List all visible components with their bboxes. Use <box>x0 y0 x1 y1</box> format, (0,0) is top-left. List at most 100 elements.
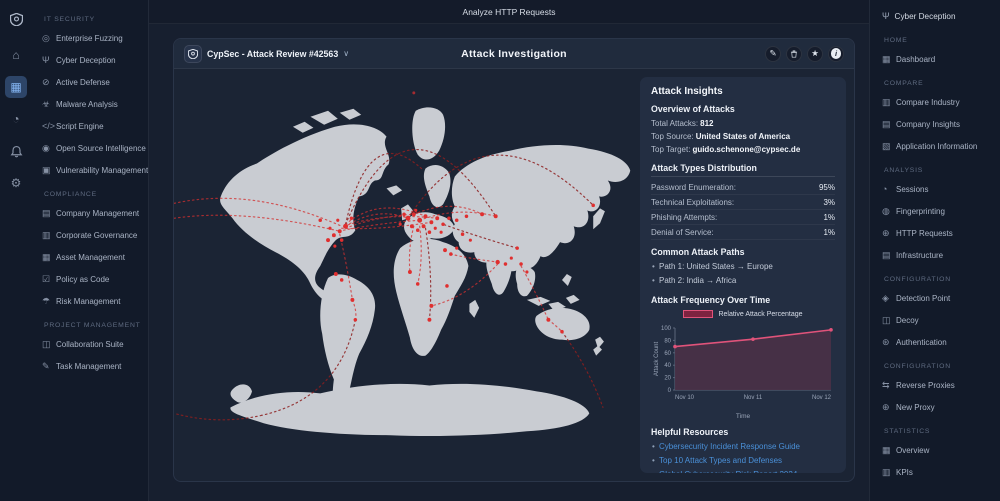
svg-text:Attack Count: Attack Count <box>654 341 660 376</box>
sidebar-item-label: Script Engine <box>56 122 104 131</box>
sidebar-item[interactable]: ◫ Collaboration Suite <box>42 333 148 355</box>
sidebar-item[interactable]: ☂ Risk Management <box>42 290 148 312</box>
left-sidebar: IT SECURITY ◎ Enterprise Fuzzing Ψ Cyber… <box>32 0 148 501</box>
sidebar-section: COMPARE ▥ Compare Industry ▤ Company Ins… <box>882 80 1000 157</box>
chart-legend: Relative Attack Percentage <box>651 308 835 320</box>
distribution-label: Password Enumeration: <box>651 183 736 192</box>
card-body: Attack Insights Overview of Attacks Tota… <box>174 69 854 481</box>
sidebar-item[interactable]: </> Script Engine <box>42 115 148 137</box>
sidebar-item[interactable]: ▥ Compare Industry <box>882 91 1000 113</box>
resource-link[interactable]: Cybersecurity Incident Response Guide <box>651 440 835 454</box>
review-selector[interactable]: CypSec - Attack Review #42563 ∨ <box>184 45 349 63</box>
sidebar-item[interactable]: ✎ Task Management <box>42 355 148 377</box>
legend-swatch <box>683 310 713 318</box>
top-bar: Analyze HTTP Requests <box>149 0 869 24</box>
sidebar-item-label: Enterprise Fuzzing <box>56 34 123 43</box>
left-icon-rail: ⌂ ▦ ◔ ⚙ <box>0 0 32 501</box>
sidebar-item[interactable]: ▣ Vulnerability Management <box>42 159 148 181</box>
vulnerability-management-icon: ▣ <box>42 165 56 176</box>
new-proxy-icon: ⊕ <box>882 402 896 413</box>
attack-map[interactable] <box>174 69 640 481</box>
sidebar-item-label: Infrastructure <box>896 251 943 260</box>
svg-text:100: 100 <box>661 326 672 332</box>
edit-button[interactable]: ✎ <box>765 46 781 62</box>
sidebar-item-label: KPIs <box>896 468 913 477</box>
asset-management-icon: ▦ <box>42 252 56 263</box>
gear-icon[interactable]: ⚙ <box>5 172 27 194</box>
sidebar-item[interactable]: ▧ Application Information <box>882 135 1000 157</box>
sidebar-item-label: Authentication <box>896 338 947 347</box>
attack-paths-list: Path 1: United States → Europe Path 2: I… <box>651 260 835 288</box>
sidebar-item[interactable]: ⊘ Active Defense <box>42 71 148 93</box>
section-title: CONFIGURATION <box>884 276 1000 283</box>
resource-link[interactable]: Global Cybersecurity Risk Report 2024 <box>651 468 835 473</box>
sidebar-item[interactable]: ⊕ New Proxy <box>882 396 1000 418</box>
sidebar-item[interactable]: ▦ Overview <box>882 439 1000 461</box>
sidebar-item-label: Compare Industry <box>896 98 960 107</box>
task-management-icon: ✎ <box>42 361 56 372</box>
main-column: Analyze HTTP Requests CypSec - Attack Re… <box>148 0 870 501</box>
card-header: CypSec - Attack Review #42563 ∨ Attack I… <box>174 39 854 69</box>
sidebar-item[interactable]: ⊕ HTTP Requests <box>882 222 1000 244</box>
sidebar-section: CONFIGURATION ◈ Detection Point ◫ Decoy <box>882 276 1000 353</box>
sidebar-item[interactable]: ☑ Policy as Code <box>42 268 148 290</box>
sidebar-item[interactable]: ⊛ Authentication <box>882 331 1000 353</box>
sidebar-section: ANALYSIS ◔ Sessions ◍ Fingerprinting <box>882 167 1000 266</box>
sidebar-item[interactable]: ◈ Detection Point <box>882 287 1000 309</box>
overview-icon: ▦ <box>882 445 896 456</box>
sidebar-item[interactable]: ▦ Dashboard <box>882 48 1000 70</box>
favorite-button[interactable]: ★ <box>807 46 823 62</box>
distribution-label: Phishing Attempts: <box>651 213 717 222</box>
malware-analysis-icon: ☣ <box>42 99 56 110</box>
distribution-value: 3% <box>823 198 835 207</box>
sidebar-item[interactable]: ◉ Open Source Intelligence <box>42 137 148 159</box>
sidebar-item[interactable]: ◫ Decoy <box>882 309 1000 331</box>
account-menu[interactable]: Ψ Cyber Deception <box>882 5 1000 27</box>
script-engine-icon: </> <box>42 121 56 131</box>
sidebar-item[interactable]: ▥ KPIs <box>882 461 1000 483</box>
sidebar-item-label: Task Management <box>56 362 121 371</box>
sessions-icon: ◔ <box>882 184 896 194</box>
paths-heading: Common Attack Paths <box>651 247 835 257</box>
sidebar-item[interactable]: ▥ Corporate Governance <box>42 224 148 246</box>
resource-link[interactable]: Top 10 Attack Types and Defenses <box>651 454 835 468</box>
sidebar-item[interactable]: ▤ Company Management <box>42 202 148 224</box>
sidebar-item[interactable]: ▦ Asset Management <box>42 246 148 268</box>
collaboration-suite-icon: ◫ <box>42 339 56 350</box>
overview-value: United States of America <box>696 132 790 141</box>
page-title: Analyze HTTP Requests <box>463 7 556 17</box>
home-icon[interactable]: ⌂ <box>5 44 27 66</box>
pencil-icon: ✎ <box>769 48 776 59</box>
sidebar-item-label: Decoy <box>896 316 919 325</box>
section-title: STATISTICS <box>884 428 1000 435</box>
distribution-value: 1% <box>823 228 835 237</box>
sidebar-item[interactable]: ▤ Company Insights <box>882 113 1000 135</box>
sidebar-item-label: Asset Management <box>56 253 125 262</box>
dashboard-grid-icon[interactable]: ▦ <box>5 76 27 98</box>
clock-icon[interactable]: ◔ <box>5 108 27 130</box>
star-icon: ★ <box>811 48 819 59</box>
sidebar-item[interactable]: ◍ Fingerprinting <box>882 200 1000 222</box>
sidebar-item[interactable]: Ψ Cyber Deception <box>42 49 148 71</box>
svg-text:80: 80 <box>664 338 671 344</box>
sidebar-item[interactable]: ⇆ Reverse Proxies <box>882 374 1000 396</box>
sidebar-item-label: New Proxy <box>896 403 935 412</box>
decoy-icon: ◫ <box>882 315 896 326</box>
distribution-row: Technical Exploitations: 3% <box>651 195 835 210</box>
svg-text:Nov 11: Nov 11 <box>744 395 763 401</box>
overview-label: Top Target: <box>651 145 690 154</box>
bell-icon[interactable] <box>5 140 27 162</box>
delete-button[interactable] <box>786 46 802 62</box>
sidebar-item-label: Risk Management <box>56 297 120 306</box>
app-logo-shield-icon[interactable] <box>5 8 27 30</box>
sidebar-item[interactable]: ▤ Infrastructure <box>882 244 1000 266</box>
cyber-deception-icon: Ψ <box>882 11 890 21</box>
distribution-label: Technical Exploitations: <box>651 198 734 207</box>
sidebar-item[interactable]: ◎ Enterprise Fuzzing <box>42 27 148 49</box>
overview-label: Total Attacks: <box>651 119 698 128</box>
sidebar-item[interactable]: ☣ Malware Analysis <box>42 93 148 115</box>
info-button[interactable]: i <box>828 46 844 62</box>
sidebar-section: COMPLIANCE ▤ Company Management ▥ Corpor… <box>42 191 148 312</box>
distribution-heading: Attack Types Distribution <box>651 163 835 177</box>
sidebar-item[interactable]: ◔ Sessions <box>882 178 1000 200</box>
